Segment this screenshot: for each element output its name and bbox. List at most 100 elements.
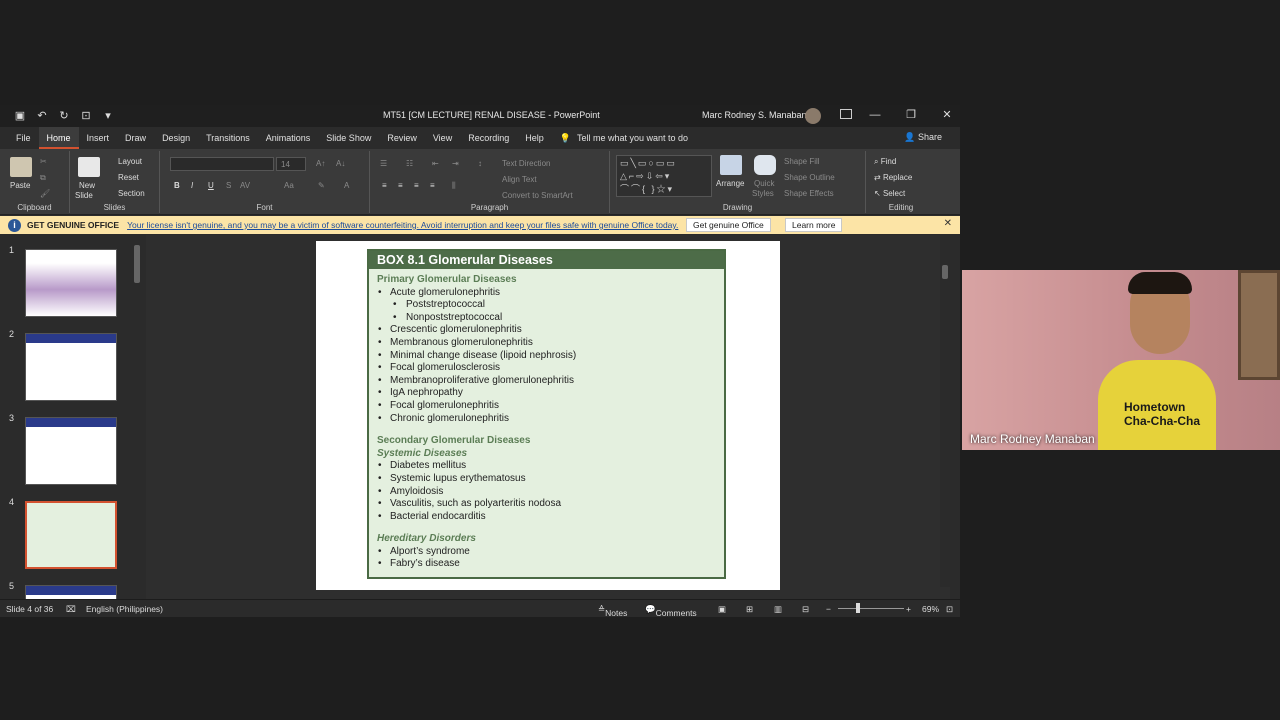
cut-icon[interactable]: ✂: [40, 157, 47, 166]
shape-fill-button[interactable]: Shape Fill: [784, 157, 820, 166]
zoom-in-icon[interactable]: +: [906, 604, 911, 614]
normal-view-icon[interactable]: ▣: [718, 604, 726, 615]
close-icon[interactable]: ✕: [940, 107, 954, 123]
convert-smartart-button[interactable]: Convert to SmartArt: [502, 191, 573, 200]
section-button[interactable]: Section: [118, 189, 145, 198]
shapes-gallery[interactable]: ▭╲▭○▭▭ △⌐⇨⇩⇦▾ ⌒⌒{ }☆▾: [616, 155, 712, 197]
align-text-button[interactable]: Align Text: [502, 175, 537, 184]
share-button[interactable]: 👤 Share: [904, 132, 942, 143]
language[interactable]: English (Philippines): [86, 604, 163, 614]
new-slide-button-line2[interactable]: Slide: [75, 191, 93, 200]
tab-review[interactable]: Review: [379, 127, 425, 149]
restore-icon[interactable]: ❐: [904, 107, 918, 123]
account-name[interactable]: Marc Rodney S. Manaban: [702, 110, 807, 120]
tab-recording[interactable]: Recording: [460, 127, 517, 149]
bullets-icon[interactable]: ☰: [380, 159, 387, 168]
learn-more-button[interactable]: Learn more: [785, 218, 843, 232]
align-right-icon[interactable]: ≡: [414, 181, 419, 190]
text-direction-button[interactable]: Text Direction: [502, 159, 550, 168]
thumbnail-image: [25, 417, 117, 485]
tab-slide-show[interactable]: Slide Show: [318, 127, 379, 149]
align-left-icon[interactable]: ≡: [382, 181, 387, 190]
comments-button[interactable]: 💬 Comments: [645, 604, 697, 618]
shape-effects-button[interactable]: Shape Effects: [784, 189, 834, 198]
slide[interactable]: BOX 8.1 Glomerular Diseases Primary Glom…: [316, 241, 780, 590]
layout-button[interactable]: Layout: [118, 157, 142, 166]
reading-view-icon[interactable]: ▥: [774, 604, 782, 615]
tab-help[interactable]: Help: [517, 127, 552, 149]
accessibility-icon[interactable]: ⌧: [66, 604, 76, 615]
slide-sorter-icon[interactable]: ⊞: [746, 604, 753, 615]
slide-scrollbar[interactable]: [940, 235, 950, 587]
zoom-level[interactable]: 69%: [922, 604, 939, 614]
quick-styles-icon[interactable]: [754, 155, 776, 175]
notes-button[interactable]: ≙ Notes: [598, 604, 627, 618]
slides-label: Slides: [103, 203, 126, 212]
warning-link[interactable]: Your license isn't genuine, and you may …: [127, 220, 678, 230]
grow-font-icon[interactable]: A↑: [316, 159, 325, 168]
slide-editing-area[interactable]: BOX 8.1 Glomerular Diseases Primary Glom…: [146, 235, 950, 599]
zoom-out-icon[interactable]: −: [826, 604, 831, 614]
bold-icon[interactable]: B: [174, 181, 180, 190]
tab-file[interactable]: File: [8, 127, 39, 149]
quick-styles-button[interactable]: Quick: [754, 179, 774, 188]
zoom-slider[interactable]: [838, 608, 904, 609]
slide-scrollbar-thumb[interactable]: [942, 265, 948, 279]
ribbon-display-options-icon[interactable]: [840, 109, 852, 119]
thumbnails-scrollbar-thumb[interactable]: [134, 245, 140, 283]
new-slide-button[interactable]: New: [79, 181, 95, 190]
zoom-slider-handle[interactable]: [856, 603, 860, 613]
paste-icon[interactable]: [10, 157, 32, 177]
slideshow-icon[interactable]: ⊟: [802, 604, 809, 615]
quick-styles-button-line2[interactable]: Styles: [752, 189, 774, 198]
replace-button[interactable]: ⇄ Replace: [874, 173, 912, 182]
new-slide-icon[interactable]: [78, 157, 100, 177]
undo-icon[interactable]: ↶: [36, 110, 48, 122]
tab-draw[interactable]: Draw: [117, 127, 154, 149]
spacing-icon[interactable]: AV: [240, 181, 250, 190]
fit-slide-icon[interactable]: ⊡: [946, 604, 953, 615]
highlight-icon[interactable]: ✎: [318, 181, 325, 190]
justify-icon[interactable]: ≡: [430, 181, 435, 190]
change-case-icon[interactable]: Aa: [284, 181, 294, 190]
shrink-font-icon[interactable]: A↓: [336, 159, 345, 168]
underline-icon[interactable]: U: [208, 181, 214, 190]
arrange-button[interactable]: Arrange: [716, 179, 744, 188]
tell-me-search[interactable]: 💡 Tell me what you want to do: [560, 133, 688, 144]
tab-transitions[interactable]: Transitions: [198, 127, 258, 149]
columns-icon[interactable]: ⫼: [452, 181, 456, 191]
font-name-box[interactable]: [170, 157, 274, 171]
font-color-icon[interactable]: A: [344, 181, 349, 190]
tab-view[interactable]: View: [425, 127, 460, 149]
save-icon[interactable]: ▣: [14, 110, 26, 122]
line-spacing-icon[interactable]: ↕: [478, 159, 482, 168]
select-button[interactable]: ↖ Select: [874, 189, 905, 198]
reset-button[interactable]: Reset: [118, 173, 139, 182]
copy-icon[interactable]: ⧉: [40, 173, 46, 183]
tab-animations[interactable]: Animations: [258, 127, 319, 149]
strikethrough-icon[interactable]: S: [226, 181, 231, 190]
increase-indent-icon[interactable]: ⇥: [452, 159, 459, 168]
tab-insert[interactable]: Insert: [79, 127, 118, 149]
thumbnail-image: [25, 585, 117, 599]
format-painter-icon[interactable]: 🖌: [40, 189, 50, 198]
get-genuine-office-button[interactable]: Get genuine Office: [686, 218, 771, 232]
numbering-icon[interactable]: ☷: [406, 159, 413, 168]
find-button[interactable]: ⌕ Find: [874, 157, 896, 167]
shape-outline-button[interactable]: Shape Outline: [784, 173, 835, 182]
redo-icon[interactable]: ↻: [58, 110, 70, 122]
paste-button[interactable]: Paste: [10, 181, 30, 190]
font-size-box[interactable]: 14: [276, 157, 306, 171]
close-notice-icon[interactable]: ✕: [944, 218, 952, 229]
customize-toolbar-icon[interactable]: ▾: [102, 110, 114, 122]
minimize-icon[interactable]: —: [868, 107, 882, 123]
arrange-icon[interactable]: [720, 155, 742, 175]
tab-design[interactable]: Design: [154, 127, 198, 149]
italic-icon[interactable]: I: [191, 181, 193, 190]
start-from-beginning-icon[interactable]: ⊡: [80, 110, 92, 122]
thumbnails-scrollbar[interactable]: [132, 235, 142, 599]
align-center-icon[interactable]: ≡: [398, 181, 403, 190]
decrease-indent-icon[interactable]: ⇤: [432, 159, 439, 168]
tab-home[interactable]: Home: [38, 127, 79, 149]
avatar[interactable]: [805, 108, 821, 124]
